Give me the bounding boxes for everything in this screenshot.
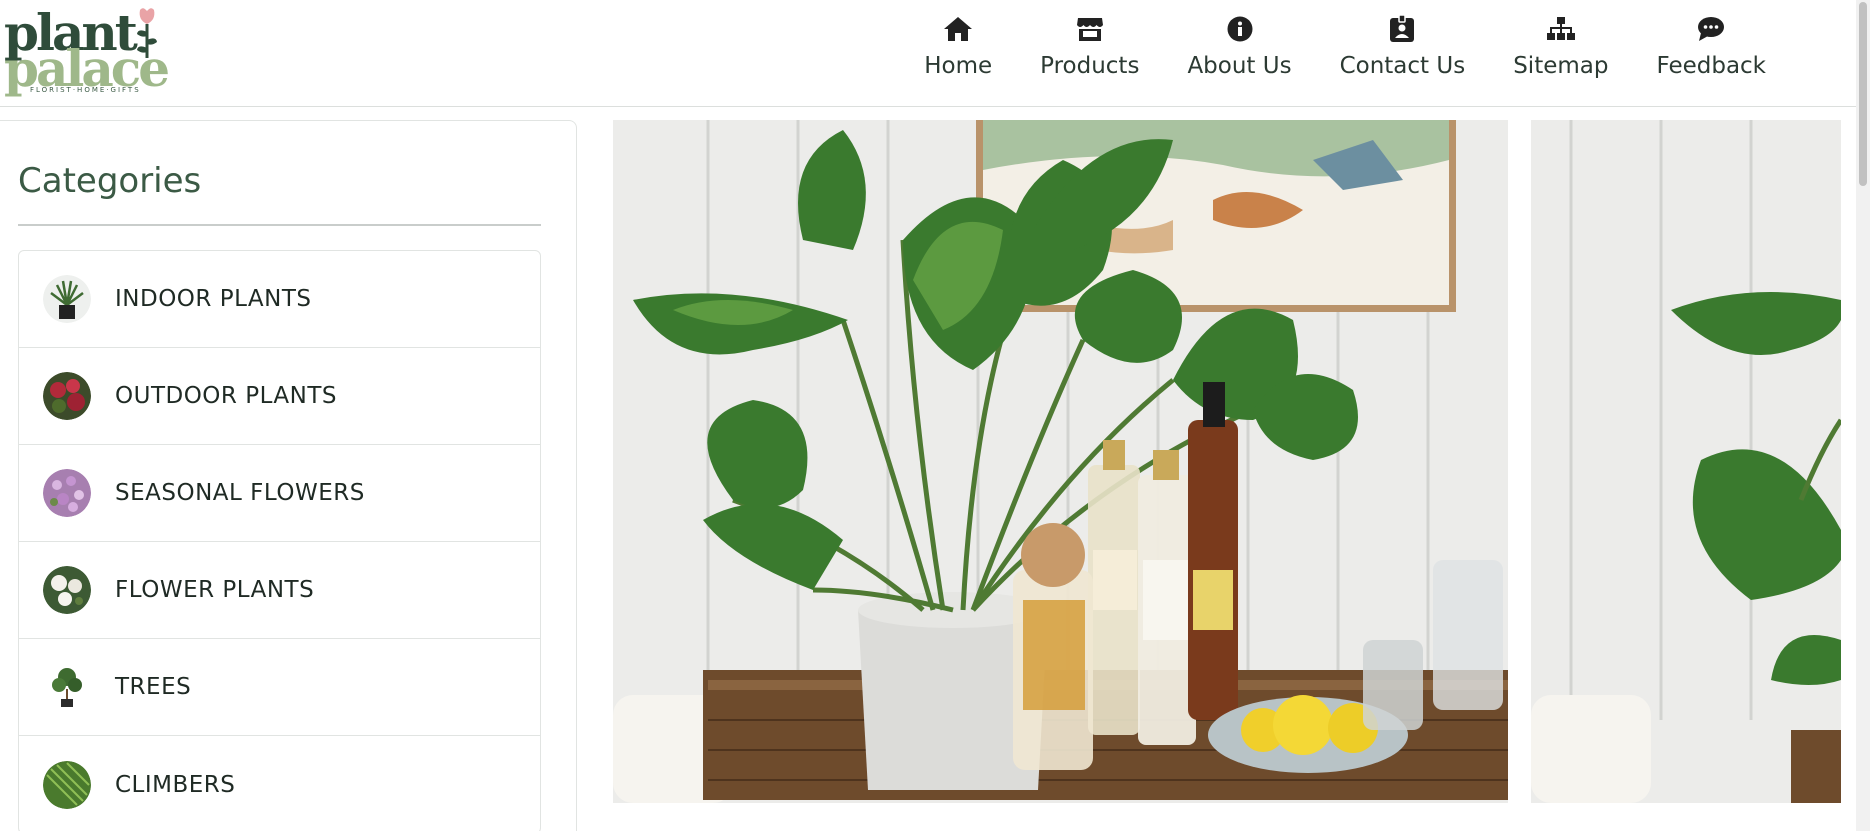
category-flower-plants[interactable]: FLOWER PLANTS [19,542,540,639]
nav-sitemap[interactable]: Sitemap [1489,12,1632,90]
category-list: INDOOR PLANTS OUTDOOR PLANTS SEASONAL FL… [18,250,541,831]
climber-thumbnail [43,760,91,809]
main-navigation: Home Products About Us Contact Us Sitema… [900,12,1790,90]
indoor-plant-thumbnail [43,275,91,323]
nav-home-label: Home [924,53,993,79]
scrollbar-thumb[interactable] [1859,2,1867,186]
nav-contact-us[interactable]: Contact Us [1316,12,1490,90]
nav-about-us-label: About Us [1187,53,1292,79]
logo-tagline: FLORIST·HOME·GIFTS [30,86,141,94]
nav-feedback-label: Feedback [1656,53,1766,79]
category-indoor-plants[interactable]: INDOOR PLANTS [19,251,540,348]
nav-products[interactable]: Products [1016,12,1163,90]
category-label: FLOWER PLANTS [115,577,315,603]
categories-sidebar: Categories INDOOR PLANTS OUTDOOR PLANTS … [0,120,577,831]
flower-plant-thumbnail [43,566,91,614]
category-trees[interactable]: TREES [19,639,540,736]
nav-feedback[interactable]: Feedback [1632,12,1790,90]
categories-divider [18,224,541,226]
chat-bubble-icon [1696,14,1726,44]
tree-thumbnail [43,663,91,711]
store-icon [1075,14,1105,44]
category-climbers[interactable]: CLIMBERS [19,736,540,831]
nav-sitemap-label: Sitemap [1513,53,1609,79]
plant-palace-logo[interactable]: plant palace FLORIST·HOME·GIFTS [4,6,170,96]
category-label: INDOOR PLANTS [115,286,312,312]
monstera-bar-cart-photo [613,120,1508,803]
nav-about-us[interactable]: About Us [1163,12,1315,90]
category-label: CLIMBERS [115,771,236,798]
nav-products-label: Products [1040,53,1140,79]
contact-card-icon [1387,14,1417,44]
carousel-slide-active[interactable] [613,120,1508,803]
sitemap-icon [1546,14,1576,44]
carousel-slide-next[interactable] [1531,120,1841,803]
logo-tulip-icon [137,8,157,58]
monstera-bar-cart-photo-partial [1531,120,1841,803]
home-icon [943,14,973,44]
nav-contact-us-label: Contact Us [1339,53,1466,79]
site-header: plant palace FLORIST·HOME·GIFTS Home Pro… [0,0,1856,107]
outdoor-plant-thumbnail [43,372,91,420]
category-label: TREES [115,674,192,700]
category-label: OUTDOOR PLANTS [115,383,337,409]
nav-home[interactable]: Home [900,12,1016,90]
categories-heading: Categories [18,161,202,201]
info-icon [1225,14,1255,44]
category-outdoor-plants[interactable]: OUTDOOR PLANTS [19,348,540,445]
category-seasonal-flowers[interactable]: SEASONAL FLOWERS [19,445,540,542]
seasonal-flower-thumbnail [43,469,91,517]
category-label: SEASONAL FLOWERS [115,480,365,506]
page-scrollbar[interactable] [1856,0,1870,831]
